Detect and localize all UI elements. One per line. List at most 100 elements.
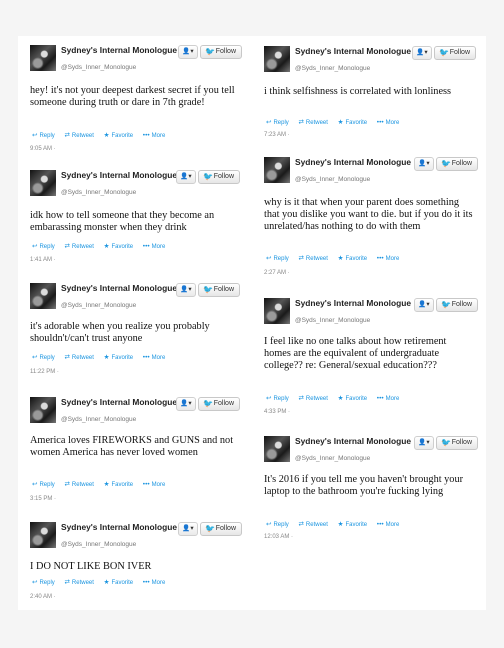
avatar[interactable] bbox=[264, 298, 290, 324]
retweet-action[interactable]: ⇄ Retweet bbox=[64, 579, 93, 586]
user-handle[interactable]: @Syds_Inner_Monologue bbox=[295, 65, 370, 72]
display-name[interactable]: Sydney's Internal Monologue bbox=[295, 158, 415, 166]
follow-button[interactable]: 🐦 Follow bbox=[200, 45, 242, 59]
reply-action[interactable]: ↩ Reply bbox=[32, 481, 55, 488]
reply-label: Reply bbox=[39, 244, 55, 250]
favorite-action[interactable]: ★ Favorite bbox=[338, 395, 368, 402]
avatar[interactable] bbox=[30, 170, 56, 196]
tweet-timestamp[interactable]: 1:41 AM · bbox=[30, 257, 56, 263]
more-action[interactable]: ••• More bbox=[377, 521, 400, 528]
reply-action[interactable]: ↩ Reply bbox=[266, 255, 289, 262]
retweet-action[interactable]: ⇄ Retweet bbox=[298, 255, 327, 262]
tweet-timestamp[interactable]: 4:33 PM · bbox=[264, 409, 290, 415]
avatar[interactable] bbox=[264, 436, 290, 462]
display-name[interactable]: Sydney's Internal Monologue bbox=[295, 47, 415, 55]
favorite-action[interactable]: ★ Favorite bbox=[338, 521, 368, 528]
retweet-action[interactable]: ⇄ Retweet bbox=[64, 354, 93, 361]
reply-action[interactable]: ↩ Reply bbox=[266, 395, 289, 402]
favorite-label: Favorite bbox=[345, 396, 368, 402]
user-menu-button[interactable]: 👤▾ bbox=[176, 170, 196, 184]
favorite-action[interactable]: ★ Favorite bbox=[104, 579, 134, 586]
reply-arrow-icon: ↩ bbox=[32, 481, 38, 488]
user-menu-button[interactable]: 👤▾ bbox=[414, 298, 434, 312]
more-action[interactable]: ••• More bbox=[143, 481, 166, 488]
favorite-action[interactable]: ★ Favorite bbox=[338, 119, 368, 126]
user-menu-button[interactable]: 👤▾ bbox=[178, 45, 198, 59]
favorite-action[interactable]: ★ Favorite bbox=[104, 243, 134, 250]
tweet-timestamp[interactable]: 9:05 AM · bbox=[30, 146, 56, 152]
tweet-timestamp[interactable]: 2:27 AM · bbox=[264, 270, 290, 276]
reply-action[interactable]: ↩ Reply bbox=[32, 354, 55, 361]
follow-button[interactable]: 🐦 Follow bbox=[436, 298, 478, 312]
user-menu-button[interactable]: 👤▾ bbox=[176, 283, 196, 297]
avatar[interactable] bbox=[30, 522, 56, 548]
user-handle[interactable]: @Syds_Inner_Monologue bbox=[61, 64, 136, 71]
display-name[interactable]: Sydney's Internal Monologue bbox=[61, 398, 181, 406]
avatar[interactable] bbox=[30, 45, 56, 71]
retweet-action[interactable]: ⇄ Retweet bbox=[64, 481, 93, 488]
user-menu-button[interactable]: 👤▾ bbox=[176, 397, 196, 411]
user-handle[interactable]: @Syds_Inner_Monologue bbox=[295, 455, 370, 462]
follow-button[interactable]: 🐦 Follow bbox=[200, 522, 242, 536]
tweet-text: I DO NOT LIKE BON IVER bbox=[30, 561, 152, 572]
user-handle[interactable]: @Syds_Inner_Monologue bbox=[61, 541, 136, 548]
reply-action[interactable]: ↩ Reply bbox=[32, 579, 55, 586]
avatar[interactable] bbox=[264, 157, 290, 183]
more-action[interactable]: ••• More bbox=[377, 119, 400, 126]
ellipsis-icon: ••• bbox=[142, 354, 150, 361]
tweet-timestamp[interactable]: 12:03 AM · bbox=[264, 534, 293, 540]
tweet-card: Sydney's Internal Monologue @Syds_Inner_… bbox=[264, 436, 479, 544]
display-name[interactable]: Sydney's Internal Monologue bbox=[61, 171, 181, 179]
favorite-action[interactable]: ★ Favorite bbox=[104, 132, 134, 139]
favorite-action[interactable]: ★ Favorite bbox=[104, 354, 134, 361]
user-handle[interactable]: @Syds_Inner_Monologue bbox=[61, 189, 136, 196]
retweet-action[interactable]: ⇄ Retweet bbox=[64, 132, 93, 139]
favorite-action[interactable]: ★ Favorite bbox=[104, 481, 134, 488]
more-action[interactable]: ••• More bbox=[143, 579, 166, 586]
more-action[interactable]: ••• More bbox=[377, 255, 400, 262]
follow-button[interactable]: 🐦 Follow bbox=[198, 397, 240, 411]
more-action[interactable]: ••• More bbox=[377, 395, 400, 402]
user-handle[interactable]: @Syds_Inner_Monologue bbox=[61, 302, 136, 309]
tweet-timestamp[interactable]: 7:23 AM · bbox=[264, 132, 290, 138]
display-name[interactable]: Sydney's Internal Monologue bbox=[61, 284, 181, 292]
more-action[interactable]: ••• More bbox=[143, 132, 166, 139]
display-name[interactable]: Sydney's Internal Monologue bbox=[61, 46, 181, 54]
reply-action[interactable]: ↩ Reply bbox=[266, 521, 289, 528]
reply-action[interactable]: ↩ Reply bbox=[266, 119, 289, 126]
user-menu-button[interactable]: 👤▾ bbox=[178, 522, 198, 536]
display-name[interactable]: Sydney's Internal Monologue bbox=[295, 437, 415, 445]
retweet-action[interactable]: ⇄ Retweet bbox=[64, 243, 93, 250]
tweet-card: Sydney's Internal Monologue @Syds_Inner_… bbox=[30, 522, 245, 604]
tweet-timestamp[interactable]: 2:40 AM · bbox=[30, 594, 56, 600]
follow-button[interactable]: 🐦 Follow bbox=[434, 46, 476, 60]
avatar[interactable] bbox=[30, 283, 56, 309]
tweet-timestamp[interactable]: 3:15 PM · bbox=[30, 496, 56, 502]
favorite-action[interactable]: ★ Favorite bbox=[338, 255, 368, 262]
user-menu-button[interactable]: 👤▾ bbox=[414, 436, 434, 450]
reply-action[interactable]: ↩ Reply bbox=[32, 243, 55, 250]
display-name[interactable]: Sydney's Internal Monologue bbox=[295, 299, 415, 307]
reply-action[interactable]: ↩ Reply bbox=[32, 132, 55, 139]
follow-button[interactable]: 🐦 Follow bbox=[198, 283, 240, 297]
follow-button[interactable]: 🐦 Follow bbox=[198, 170, 240, 184]
display-name[interactable]: Sydney's Internal Monologue bbox=[61, 523, 181, 531]
user-menu-button[interactable]: 👤▾ bbox=[414, 157, 434, 171]
twitter-bird-icon: 🐦 bbox=[203, 285, 213, 294]
avatar[interactable] bbox=[264, 46, 290, 72]
user-handle[interactable]: @Syds_Inner_Monologue bbox=[61, 416, 136, 423]
user-handle[interactable]: @Syds_Inner_Monologue bbox=[295, 317, 370, 324]
retweet-action[interactable]: ⇄ Retweet bbox=[298, 395, 327, 402]
follow-button[interactable]: 🐦 Follow bbox=[436, 157, 478, 171]
user-menu-button[interactable]: 👤▾ bbox=[412, 46, 432, 60]
more-action[interactable]: ••• More bbox=[142, 354, 166, 361]
tweet-timestamp[interactable]: 11:22 PM · bbox=[30, 369, 59, 375]
more-action[interactable]: ••• More bbox=[143, 243, 166, 250]
retweet-action[interactable]: ⇄ Retweet bbox=[298, 119, 327, 126]
follow-button[interactable]: 🐦 Follow bbox=[436, 436, 478, 450]
user-handle[interactable]: @Syds_Inner_Monologue bbox=[295, 176, 370, 183]
tweet-actions: ↩ Reply ⇄ Retweet ★ Favorite ••• More bbox=[32, 578, 173, 586]
avatar[interactable] bbox=[30, 397, 56, 423]
more-label: More bbox=[151, 133, 166, 139]
retweet-action[interactable]: ⇄ Retweet bbox=[298, 521, 327, 528]
